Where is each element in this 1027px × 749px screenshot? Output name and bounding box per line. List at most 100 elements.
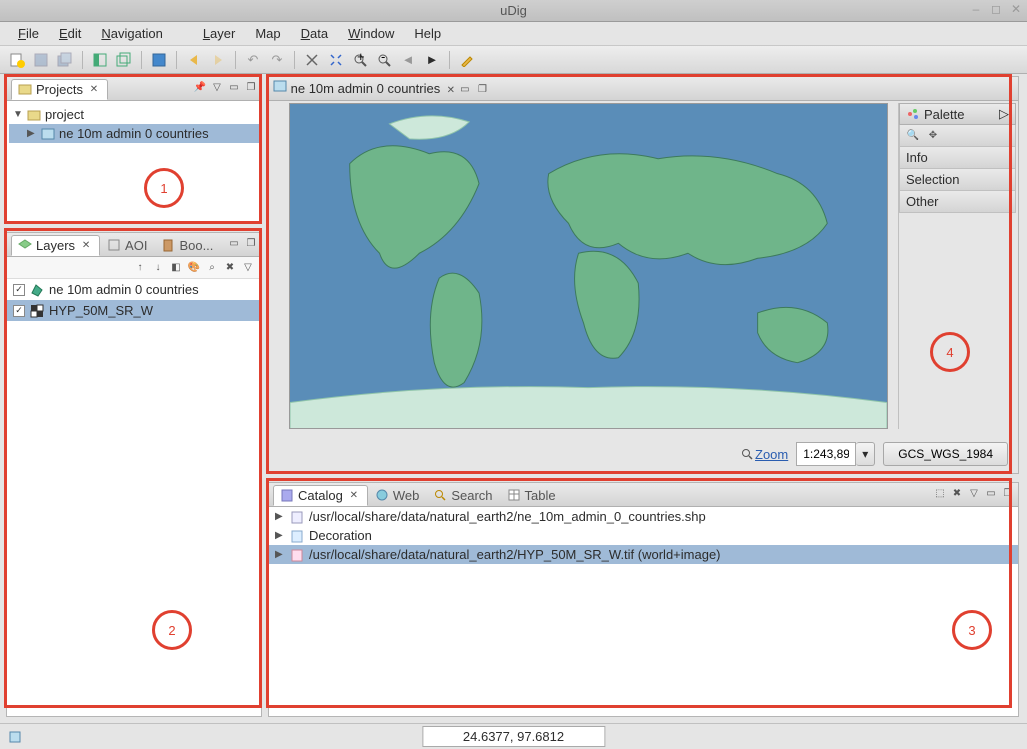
catalog-tab[interactable]: Catalog ✕ bbox=[273, 485, 368, 506]
expand-icon[interactable]: ▶ bbox=[275, 530, 285, 541]
menu-icon[interactable]: ▽ bbox=[241, 261, 255, 275]
project-root[interactable]: ▼ project bbox=[9, 105, 259, 124]
zoom-dropdown[interactable]: ▾ bbox=[856, 442, 875, 466]
style-icon[interactable]: ◧ bbox=[169, 261, 183, 275]
project-item[interactable]: ▶ ne 10m admin 0 countries bbox=[9, 124, 259, 143]
web-tab[interactable]: Web bbox=[368, 485, 427, 506]
layers-list[interactable]: ✓ ne 10m admin 0 countries ✓ HYP_50M_SR_… bbox=[7, 279, 261, 321]
magnifier-icon bbox=[741, 448, 753, 460]
menu-edit[interactable]: Edit bbox=[49, 23, 91, 44]
palette-selection[interactable]: Selection bbox=[899, 169, 1016, 191]
palette-info[interactable]: Info bbox=[899, 147, 1016, 169]
menu-map[interactable]: Map bbox=[245, 23, 290, 44]
refresh-icon[interactable] bbox=[148, 49, 170, 71]
table-icon bbox=[507, 488, 521, 502]
projects-tree[interactable]: ▼ project ▶ ne 10m admin 0 countries bbox=[7, 101, 261, 147]
search-tab[interactable]: Search bbox=[426, 485, 499, 506]
catalog-row-1[interactable]: ▶ /usr/local/share/data/natural_earth2/n… bbox=[269, 507, 1018, 526]
layout1-icon[interactable] bbox=[89, 49, 111, 71]
zoomout-icon[interactable]: - bbox=[373, 49, 395, 71]
map-canvas[interactable] bbox=[289, 103, 888, 429]
tool1-icon[interactable] bbox=[301, 49, 323, 71]
menu-data[interactable]: Data bbox=[291, 23, 338, 44]
layout2-icon[interactable] bbox=[113, 49, 135, 71]
catalog-row-2[interactable]: ▶ Decoration bbox=[269, 526, 1018, 545]
titlebar: uDig – ◻ ✕ bbox=[0, 0, 1027, 22]
map-tab[interactable]: ne 10m admin 0 countries ✕ bbox=[273, 79, 458, 98]
tab-close-icon[interactable]: ✕ bbox=[87, 82, 101, 96]
menu-navigation[interactable]: Navigation bbox=[91, 23, 172, 44]
palette-header[interactable]: Palette ▷ bbox=[899, 103, 1016, 125]
up-icon[interactable]: ↑ bbox=[133, 261, 147, 275]
filter-icon[interactable]: ⌕ bbox=[205, 261, 219, 275]
zoom-link[interactable]: Zoom bbox=[741, 447, 788, 462]
zoomin-icon[interactable]: + bbox=[349, 49, 371, 71]
close-icon[interactable]: ✕ bbox=[1009, 2, 1023, 16]
next-icon[interactable]: ► bbox=[421, 49, 443, 71]
max-icon[interactable]: ❐ bbox=[1001, 486, 1015, 500]
expand-icon[interactable]: ▶ bbox=[27, 128, 37, 139]
min-icon[interactable]: ▭ bbox=[984, 486, 998, 500]
down-icon[interactable]: ↓ bbox=[151, 261, 165, 275]
web-icon bbox=[375, 488, 389, 502]
pin-icon[interactable]: 📌 bbox=[193, 80, 207, 94]
catalog-row-3[interactable]: ▶ /usr/local/share/data/natural_earth2/H… bbox=[269, 545, 1018, 564]
max-icon[interactable]: ❐ bbox=[244, 236, 258, 250]
tab-close-icon[interactable]: ✕ bbox=[79, 238, 93, 252]
min-icon[interactable]: ▭ bbox=[227, 80, 241, 94]
expand-icon[interactable]: ▼ bbox=[13, 109, 23, 120]
menu-layer[interactable]: Layer bbox=[193, 23, 246, 44]
tab-close-icon[interactable]: ✕ bbox=[347, 488, 361, 502]
max-icon[interactable]: ❐ bbox=[244, 80, 258, 94]
prev-icon[interactable]: ◄ bbox=[397, 49, 419, 71]
import-icon[interactable]: ⬚ bbox=[933, 486, 947, 500]
checkbox-icon[interactable]: ✓ bbox=[13, 284, 25, 296]
menubar: File Edit Navigation Layer Map Data Wind… bbox=[0, 22, 1027, 46]
new-icon[interactable] bbox=[6, 49, 28, 71]
menu-icon[interactable]: ▽ bbox=[210, 80, 224, 94]
aoi-tab-label: AOI bbox=[125, 238, 147, 253]
min-icon[interactable]: ▭ bbox=[458, 83, 472, 97]
catalog-panel: Catalog ✕ Web Search Table ⬚ ✖ bbox=[268, 482, 1019, 717]
layer-row-2[interactable]: ✓ HYP_50M_SR_W bbox=[7, 300, 261, 321]
catalog-tree[interactable]: ▶ /usr/local/share/data/natural_earth2/n… bbox=[269, 507, 1018, 716]
bookmarks-tab[interactable]: Boo... bbox=[154, 235, 220, 256]
undo-icon[interactable]: ↶ bbox=[242, 49, 264, 71]
expand-icon[interactable]: ▶ bbox=[275, 511, 285, 522]
projects-tab[interactable]: Projects ✕ bbox=[11, 79, 108, 100]
saveall-icon[interactable] bbox=[54, 49, 76, 71]
forward-icon[interactable] bbox=[207, 49, 229, 71]
tab-close-icon[interactable]: ✕ bbox=[444, 84, 458, 98]
redo-icon[interactable]: ↷ bbox=[266, 49, 288, 71]
palette-other[interactable]: Other bbox=[899, 191, 1016, 213]
expand-icon[interactable]: ▶ bbox=[275, 549, 285, 560]
table-tab[interactable]: Table bbox=[500, 485, 563, 506]
minimize-icon[interactable]: – bbox=[969, 2, 983, 16]
remove-icon[interactable]: ✖ bbox=[950, 486, 964, 500]
layer-row-1[interactable]: ✓ ne 10m admin 0 countries bbox=[7, 279, 261, 300]
pan-tool-icon[interactable]: ✥ bbox=[926, 129, 940, 143]
max-icon[interactable]: ❐ bbox=[475, 83, 489, 97]
aoi-tab[interactable]: AOI bbox=[100, 235, 154, 256]
extent-icon[interactable] bbox=[325, 49, 347, 71]
menu-icon[interactable]: ▽ bbox=[967, 486, 981, 500]
status-icon[interactable] bbox=[8, 730, 22, 744]
min-icon[interactable]: ▭ bbox=[227, 236, 241, 250]
delete-icon[interactable]: ✖ bbox=[223, 261, 237, 275]
zoom-tool-icon[interactable]: 🔍 bbox=[906, 129, 920, 143]
maximize-icon[interactable]: ◻ bbox=[989, 2, 1003, 16]
layers-tab[interactable]: Layers ✕ bbox=[11, 235, 100, 256]
menu-file[interactable]: File bbox=[8, 23, 49, 44]
menu-window[interactable]: Window bbox=[338, 23, 404, 44]
checkbox-icon[interactable]: ✓ bbox=[13, 305, 25, 317]
palette-icon[interactable]: 🎨 bbox=[187, 261, 201, 275]
zoom-input[interactable] bbox=[796, 442, 856, 466]
toolbar: ↶ ↷ + - ◄ ► bbox=[0, 46, 1027, 74]
menu-help[interactable]: Help bbox=[404, 23, 451, 44]
chevron-right-icon[interactable]: ▷ bbox=[999, 106, 1009, 122]
save-icon[interactable] bbox=[30, 49, 52, 71]
crs-button[interactable]: GCS_WGS_1984 bbox=[883, 442, 1008, 466]
edit-icon[interactable] bbox=[456, 49, 478, 71]
back-icon[interactable] bbox=[183, 49, 205, 71]
aoi-icon bbox=[107, 238, 121, 252]
